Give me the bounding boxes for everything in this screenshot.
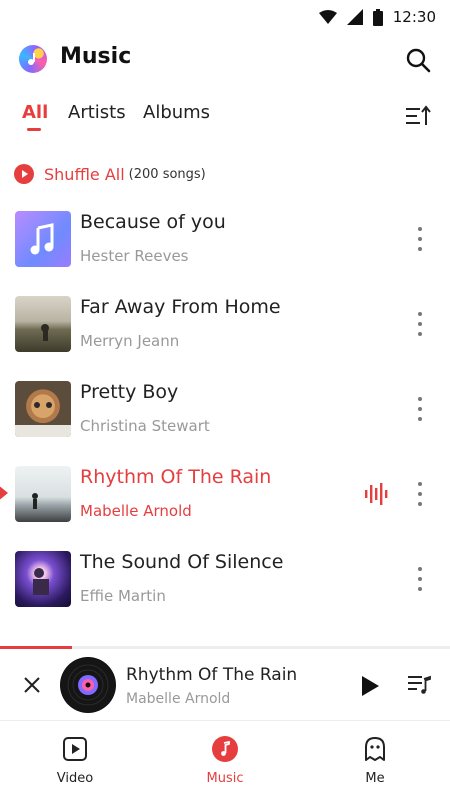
video-play-icon bbox=[63, 737, 87, 761]
song-artist: Merryn Jeann bbox=[80, 332, 180, 350]
song-artist: Mabelle Arnold bbox=[80, 502, 192, 520]
nav-label: Video bbox=[56, 771, 94, 786]
app-title: Music bbox=[60, 44, 132, 69]
album-art bbox=[15, 551, 71, 607]
playlist-icon[interactable] bbox=[408, 673, 432, 697]
music-note-icon bbox=[30, 223, 54, 255]
nav-video[interactable]: Video bbox=[15, 722, 135, 800]
album-art bbox=[15, 381, 71, 437]
tab-bar: All Artists Albums bbox=[0, 98, 450, 138]
bottom-navigation: Video Music Me bbox=[0, 722, 450, 800]
status-bar: 12:30 bbox=[0, 0, 450, 34]
status-time: 12:30 bbox=[392, 8, 436, 26]
song-row[interactable]: Far Away From Home Merryn Jeann bbox=[0, 296, 450, 380]
now-playing-title: Rhythm Of The Rain bbox=[126, 665, 298, 685]
profile-ghost-icon bbox=[365, 737, 385, 761]
song-title: Far Away From Home bbox=[80, 296, 281, 318]
play-icon[interactable] bbox=[360, 675, 380, 697]
nav-label: Me bbox=[365, 771, 385, 786]
song-title: The Sound Of Silence bbox=[80, 551, 284, 573]
active-tab-indicator bbox=[27, 128, 41, 131]
nav-label: Music bbox=[206, 771, 244, 786]
shuffle-all-button[interactable]: Shuffle All (200 songs) bbox=[14, 160, 206, 188]
song-row[interactable]: The Sound Of Silence Effie Martin bbox=[0, 551, 450, 635]
song-row[interactable]: Because of you Hester Reeves bbox=[0, 211, 450, 295]
song-row-playing[interactable]: Rhythm Of The Rain Mabelle Arnold bbox=[0, 466, 450, 550]
song-row[interactable]: Pretty Boy Christina Stewart bbox=[0, 381, 450, 465]
audio-wave-icon bbox=[365, 483, 388, 505]
search-icon[interactable] bbox=[404, 46, 432, 74]
music-app-logo bbox=[19, 45, 47, 73]
tab-albums[interactable]: Albums bbox=[143, 102, 210, 123]
more-options-icon[interactable] bbox=[410, 567, 430, 591]
nav-music[interactable]: Music bbox=[165, 722, 285, 800]
more-options-icon[interactable] bbox=[410, 397, 430, 421]
tab-all[interactable]: All bbox=[22, 102, 48, 123]
vinyl-disc[interactable] bbox=[60, 657, 116, 713]
signal-icon bbox=[346, 9, 363, 25]
song-title: Because of you bbox=[80, 211, 226, 233]
battery-icon bbox=[372, 8, 383, 26]
song-count: (200 songs) bbox=[128, 166, 206, 182]
close-icon[interactable] bbox=[22, 675, 42, 695]
now-playing-marker bbox=[0, 486, 8, 500]
mini-player: Rhythm Of The Rain Mabelle Arnold bbox=[0, 649, 450, 721]
song-artist: Hester Reeves bbox=[80, 247, 189, 265]
shuffle-all-label: Shuffle All bbox=[44, 164, 125, 184]
album-art bbox=[15, 296, 71, 352]
album-art bbox=[15, 466, 71, 522]
song-artist: Effie Martin bbox=[80, 587, 166, 605]
song-artist: Christina Stewart bbox=[80, 417, 210, 435]
app-bar: Music bbox=[0, 40, 450, 82]
sort-icon[interactable] bbox=[406, 104, 432, 128]
more-options-icon[interactable] bbox=[410, 482, 430, 506]
more-options-icon[interactable] bbox=[410, 312, 430, 336]
tab-artists[interactable]: Artists bbox=[68, 102, 126, 123]
play-circle-icon bbox=[14, 164, 34, 184]
song-title: Pretty Boy bbox=[80, 381, 179, 403]
song-title: Rhythm Of The Rain bbox=[80, 466, 272, 488]
more-options-icon[interactable] bbox=[410, 227, 430, 251]
nav-me[interactable]: Me bbox=[315, 722, 435, 800]
album-art bbox=[15, 211, 71, 267]
music-note-icon bbox=[212, 736, 238, 762]
now-playing-artist: Mabelle Arnold bbox=[126, 691, 231, 707]
wifi-icon bbox=[318, 10, 337, 24]
